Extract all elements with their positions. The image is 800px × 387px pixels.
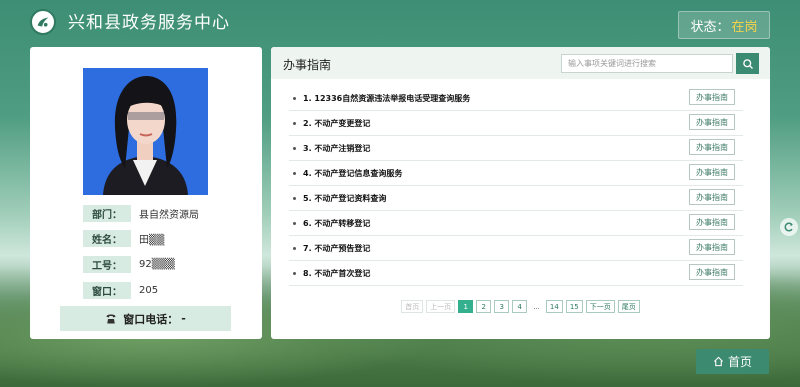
home-label: 首页	[727, 355, 752, 369]
list-item: 6. 不动产转移登记 办事指南	[289, 211, 743, 236]
home-button[interactable]: 首页	[696, 349, 769, 374]
item-title[interactable]: 1. 12336自然资源违法举报电话受理查询服务	[303, 93, 470, 104]
page-button-4[interactable]: 4	[512, 300, 528, 313]
next-page-button[interactable]: 下一页	[585, 300, 615, 313]
bullet-icon	[293, 96, 296, 100]
bullet-icon	[293, 121, 296, 125]
phone-value: -	[181, 312, 186, 325]
item-title[interactable]: 7. 不动产预告登记	[303, 243, 370, 254]
list-item: 2. 不动产变更登记 办事指南	[289, 111, 743, 136]
status-value: 在岗	[731, 19, 758, 35]
guide-button[interactable]: 办事指南	[689, 214, 735, 230]
page-button-14[interactable]: 14	[545, 300, 563, 313]
bullet-icon	[293, 171, 296, 175]
list-item: 8. 不动产首次登记 办事指南	[289, 261, 743, 286]
name-value: 田▒▒	[139, 235, 165, 246]
list-item: 3. 不动产注销登记 办事指南	[289, 136, 743, 161]
bullet-icon	[293, 146, 296, 150]
section-title: 办事指南	[283, 58, 332, 72]
home-icon	[713, 356, 723, 367]
list-item: 4. 不动产登记信息查询服务 办事指南	[289, 161, 743, 186]
staff-profile-card: 部门： 县自然资源局 姓名： 田▒▒ 工号： 92▒▒▒ 窗口： 205 窗口电…	[30, 47, 262, 339]
bullet-icon	[293, 221, 296, 225]
staff-photo	[83, 68, 208, 195]
bullet-icon	[293, 196, 296, 200]
guide-header: 办事指南	[271, 47, 770, 79]
pagination-ellipsis: ...	[530, 300, 543, 313]
item-title[interactable]: 2. 不动产变更登记	[303, 118, 370, 129]
last-page-button[interactable]: 尾页	[617, 300, 640, 313]
first-page-button[interactable]: 首页	[401, 300, 424, 313]
side-control-button[interactable]	[780, 218, 798, 236]
guide-list: 1. 12336自然资源违法举报电话受理查询服务 办事指南 2. 不动产变更登记…	[289, 86, 743, 286]
search-button[interactable]	[736, 53, 759, 74]
item-title[interactable]: 8. 不动产首次登记	[303, 268, 370, 279]
refresh-icon	[784, 222, 793, 232]
service-guide-panel: 办事指南 1. 12336自然资源违法举报电话受理查询服务 办事指南 2. 不动…	[271, 47, 770, 339]
search-input[interactable]	[561, 54, 733, 73]
id-label: 工号：	[83, 256, 131, 273]
name-label: 姓名：	[83, 230, 131, 247]
item-title[interactable]: 6. 不动产转移登记	[303, 218, 370, 229]
window-row: 窗口： 205	[83, 282, 158, 299]
prev-page-button[interactable]: 上一页	[426, 300, 456, 313]
department-row: 部门： 县自然资源局	[83, 205, 199, 222]
status-badge: 状态： 在岗	[678, 11, 770, 39]
guide-button[interactable]: 办事指南	[689, 189, 735, 205]
guide-button[interactable]: 办事指南	[689, 239, 735, 255]
department-label: 部门：	[83, 205, 131, 222]
list-item: 7. 不动产预告登记 办事指南	[289, 236, 743, 261]
window-value: 205	[139, 285, 159, 296]
bullet-icon	[293, 246, 296, 250]
phone-icon	[106, 314, 116, 323]
list-item: 1. 12336自然资源违法举报电话受理查询服务 办事指南	[289, 86, 743, 111]
department-value: 县自然资源局	[139, 210, 199, 221]
window-phone-bar: 窗口电话： -	[60, 306, 231, 331]
id-value: 92▒▒▒	[139, 259, 175, 270]
id-row: 工号： 92▒▒▒	[83, 256, 175, 273]
pagination: 首页 上一页 1 2 3 4 ... 14 15 下一页 尾页	[271, 300, 770, 313]
guide-button[interactable]: 办事指南	[689, 264, 735, 280]
page-button-2[interactable]: 2	[476, 300, 492, 313]
bullet-icon	[293, 271, 296, 275]
item-title[interactable]: 4. 不动产登记信息查询服务	[303, 168, 402, 179]
page-button-15[interactable]: 15	[565, 300, 583, 313]
page-title: 兴和县政务服务中心	[68, 13, 230, 33]
window-label: 窗口：	[83, 282, 131, 299]
name-row: 姓名： 田▒▒	[83, 230, 164, 247]
emblem-logo-icon	[30, 9, 56, 35]
header: 兴和县政务服务中心 状态： 在岗	[0, 0, 800, 42]
guide-button[interactable]: 办事指南	[689, 139, 735, 155]
guide-button[interactable]: 办事指南	[689, 114, 735, 130]
page-button-3[interactable]: 3	[494, 300, 510, 313]
search-icon	[742, 58, 753, 69]
guide-button[interactable]: 办事指南	[689, 164, 735, 180]
item-title[interactable]: 3. 不动产注销登记	[303, 143, 370, 154]
status-label: 状态：	[690, 19, 730, 35]
item-title[interactable]: 5. 不动产登记资料查询	[303, 193, 386, 204]
list-item: 5. 不动产登记资料查询 办事指南	[289, 186, 743, 211]
page-button-1[interactable]: 1	[458, 300, 474, 313]
guide-button[interactable]: 办事指南	[689, 89, 735, 105]
phone-label: 窗口电话：	[123, 312, 179, 326]
